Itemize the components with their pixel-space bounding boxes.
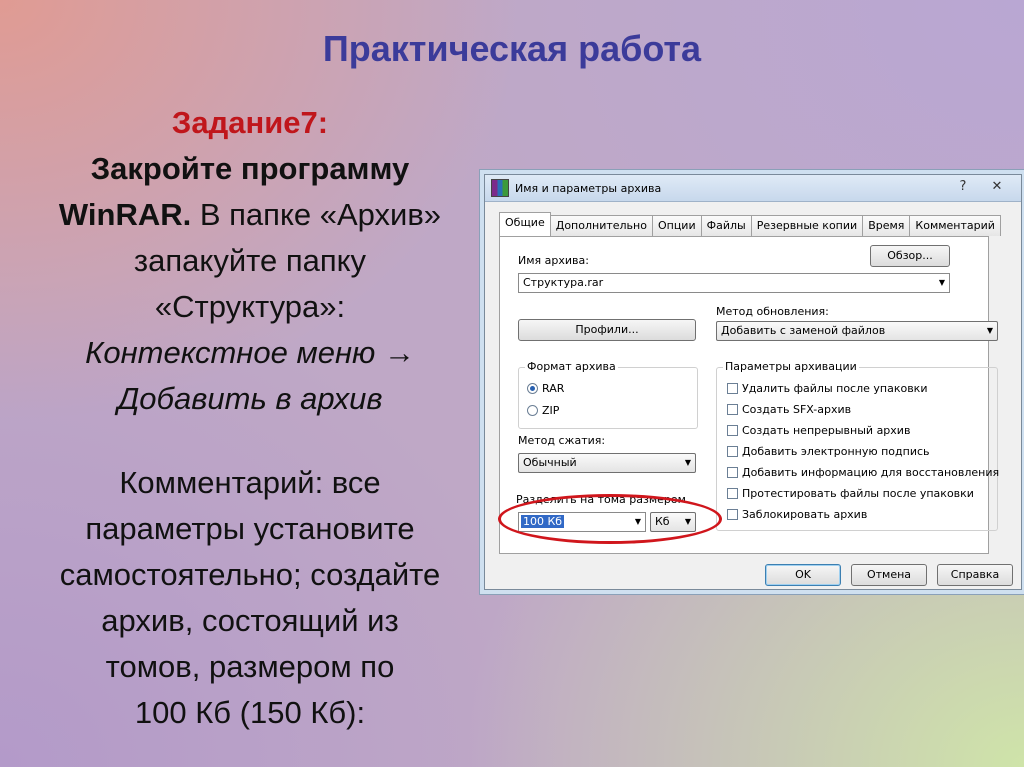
comment-line-2: параметры установите [85,511,415,546]
highlight-ellipse [498,494,722,544]
option-label: Создать SFX-архив [742,403,852,416]
option-label: Добавить информацию для восстановления [742,466,1000,479]
task-line-3: запакуйте папку [133,243,367,278]
task-winrar: WinRAR. [58,197,192,232]
radio-selected-icon[interactable] [527,383,538,394]
option-signature[interactable]: Добавить электронную подпись [727,445,930,458]
comment-line-6: 100 Кб (150 Кб): [134,695,366,730]
format-zip-radio[interactable]: ZIP [527,404,559,417]
compression-label: Метод сжатия: [518,434,606,447]
option-solid[interactable]: Создать непрерывный архив [727,424,910,437]
task-number: Задание7: [171,105,329,140]
comment-line-5: томов, размером по [105,649,395,684]
profiles-button[interactable]: Профили... [518,319,696,341]
cancel-button[interactable]: Отмена [851,564,927,586]
update-method-value: Добавить с заменой файлов [721,324,886,337]
checkbox-icon[interactable] [727,488,738,499]
update-method-label: Метод обновления: [716,305,829,318]
winrar-icon [491,179,509,197]
option-lock[interactable]: Заблокировать архив [727,508,867,521]
compression-value: Обычный [523,456,577,469]
radio-icon[interactable] [527,405,538,416]
option-label: Заблокировать архив [742,508,868,521]
checkbox-icon[interactable] [727,509,738,520]
archive-name-value: Структура.rar [523,276,604,289]
task-line-2: В папке «Архив» [191,197,442,232]
task-text: Задание7: Закройте программу WinRAR. В п… [20,100,480,736]
archive-format-group: Формат архива RAR ZIP [518,360,698,429]
ok-button[interactable]: OK [765,564,841,586]
archiving-options-title: Параметры архивации [723,360,859,373]
browse-button[interactable]: Обзор... [870,245,950,267]
option-sfx[interactable]: Создать SFX-архив [727,403,851,416]
option-label: Протестировать файлы после упаковки [742,487,974,500]
close-button[interactable]: ✕ [987,179,1007,197]
tab-general[interactable]: Общие [499,212,551,236]
task-line-4: «Структура»: [154,289,346,324]
help-button[interactable]: Справка [937,564,1013,586]
checkbox-icon[interactable] [727,446,738,457]
format-rar-label: RAR [542,382,565,395]
tab-time[interactable]: Время [862,215,911,236]
option-recovery[interactable]: Добавить информацию для восстановления [727,466,999,479]
help-title-button[interactable]: ? [953,179,973,197]
checkbox-icon[interactable] [727,404,738,415]
comment-line-1: Комментарий: все [119,465,381,500]
archive-format-title: Формат архива [525,360,618,373]
checkbox-icon[interactable] [727,467,738,478]
option-delete-files[interactable]: Удалить файлы после упаковки [727,382,927,395]
slide-title: Практическая работа [322,28,702,69]
archive-name-label: Имя архива: [518,254,589,267]
tab-comment[interactable]: Комментарий [909,215,1001,236]
tab-files[interactable]: Файлы [700,215,752,236]
archiving-options-group: Параметры архивации Удалить файлы после … [716,360,999,531]
format-rar-radio[interactable]: RAR [527,382,564,395]
tab-backup[interactable]: Резервные копии [750,215,864,236]
tab-options[interactable]: Опции [651,215,702,236]
task-line-1: Закройте программу [90,151,410,186]
compression-select[interactable]: Обычный ▼ [518,453,696,473]
option-label: Добавить электронную подпись [742,445,930,458]
archive-name-input[interactable]: Структура.rar ▼ [518,273,950,293]
chevron-down-icon[interactable]: ▼ [939,274,945,292]
task-italic-2: Добавить в архив [117,381,383,416]
tab-bar: Общие Дополнительно Опции Файлы Резервны… [499,212,1001,236]
tab-advanced[interactable]: Дополнительно [549,215,653,236]
checkbox-icon[interactable] [727,383,738,394]
checkbox-icon[interactable] [727,425,738,436]
comment-line-3: самостоятельно; создайте [59,557,441,592]
update-method-select[interactable]: Добавить с заменой файлов ▼ [716,321,998,341]
chevron-down-icon[interactable]: ▼ [987,322,993,340]
option-test[interactable]: Протестировать файлы после упаковки [727,487,974,500]
option-label: Удалить файлы после упаковки [742,382,928,395]
dialog-title: Имя и параметры архива [515,181,662,195]
chevron-down-icon[interactable]: ▼ [685,454,691,472]
format-zip-label: ZIP [542,404,560,417]
comment-line-4: архив, состоящий из [101,603,399,638]
task-italic-1: Контекстное меню → [85,335,415,370]
option-label: Создать непрерывный архив [742,424,911,437]
dialog-titlebar[interactable]: Имя и параметры архива [485,175,1021,202]
